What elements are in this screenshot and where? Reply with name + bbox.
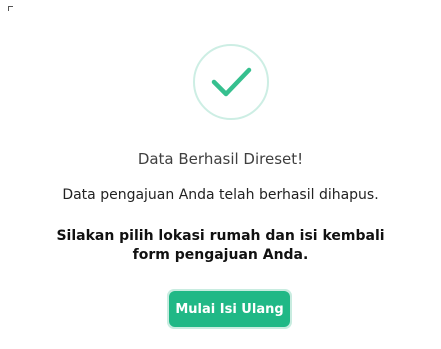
close-icon[interactable]: [8, 6, 13, 11]
restart-form-button[interactable]: Mulai Isi Ulang: [169, 291, 290, 327]
dialog-message: Data pengajuan Anda telah berhasil dihap…: [62, 187, 379, 203]
restart-button-focus-ring: Mulai Isi Ulang: [167, 289, 292, 329]
check-icon: [211, 67, 252, 97]
success-dialog: Data Berhasil Direset! Data pengajuan An…: [0, 0, 441, 349]
dialog-instruction: Silakan pilih lokasi rumah dan isi kemba…: [56, 228, 385, 263]
success-ring: [193, 44, 269, 120]
dialog-title: Data Berhasil Direset!: [137, 150, 304, 168]
